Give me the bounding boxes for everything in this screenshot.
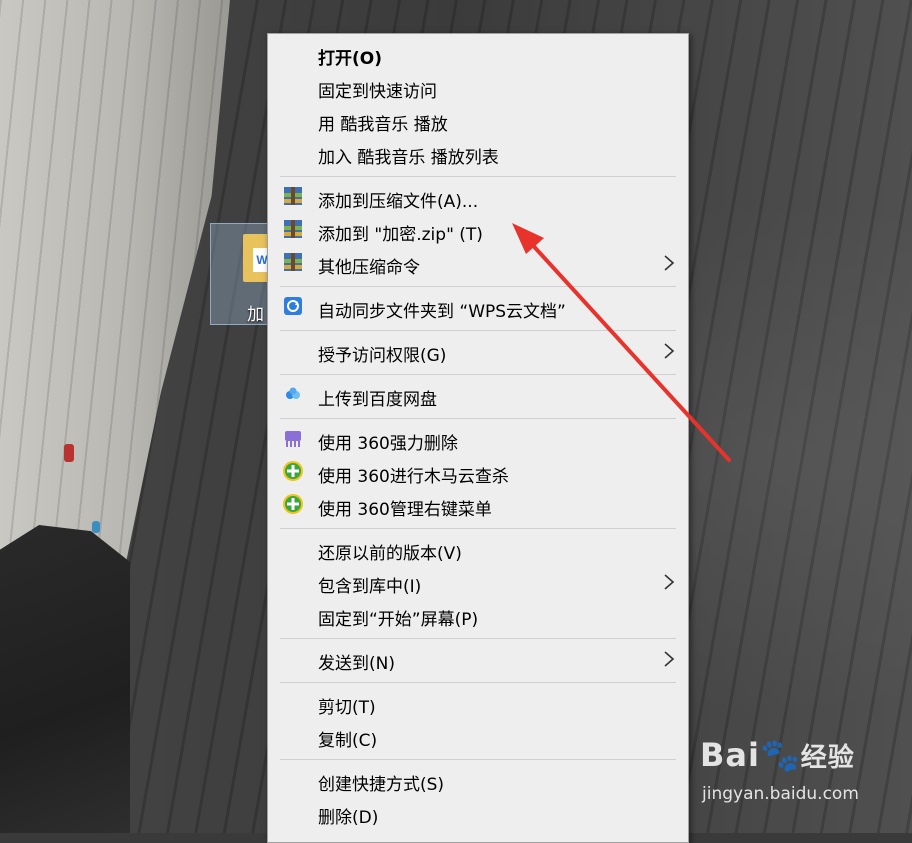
annotation-arrow (512, 223, 731, 462)
watermark-brand-cn: 经验 (800, 743, 855, 773)
baidu-jingyan-watermark: Bai🐾经验 jingyan.baidu.com (700, 736, 859, 804)
watermark-url: jingyan.baidu.com (702, 784, 859, 804)
watermark-brand-latin: Bai (700, 736, 760, 774)
paw-icon: 🐾 (759, 736, 801, 774)
watermark-brand: Bai🐾经验 (700, 736, 855, 774)
